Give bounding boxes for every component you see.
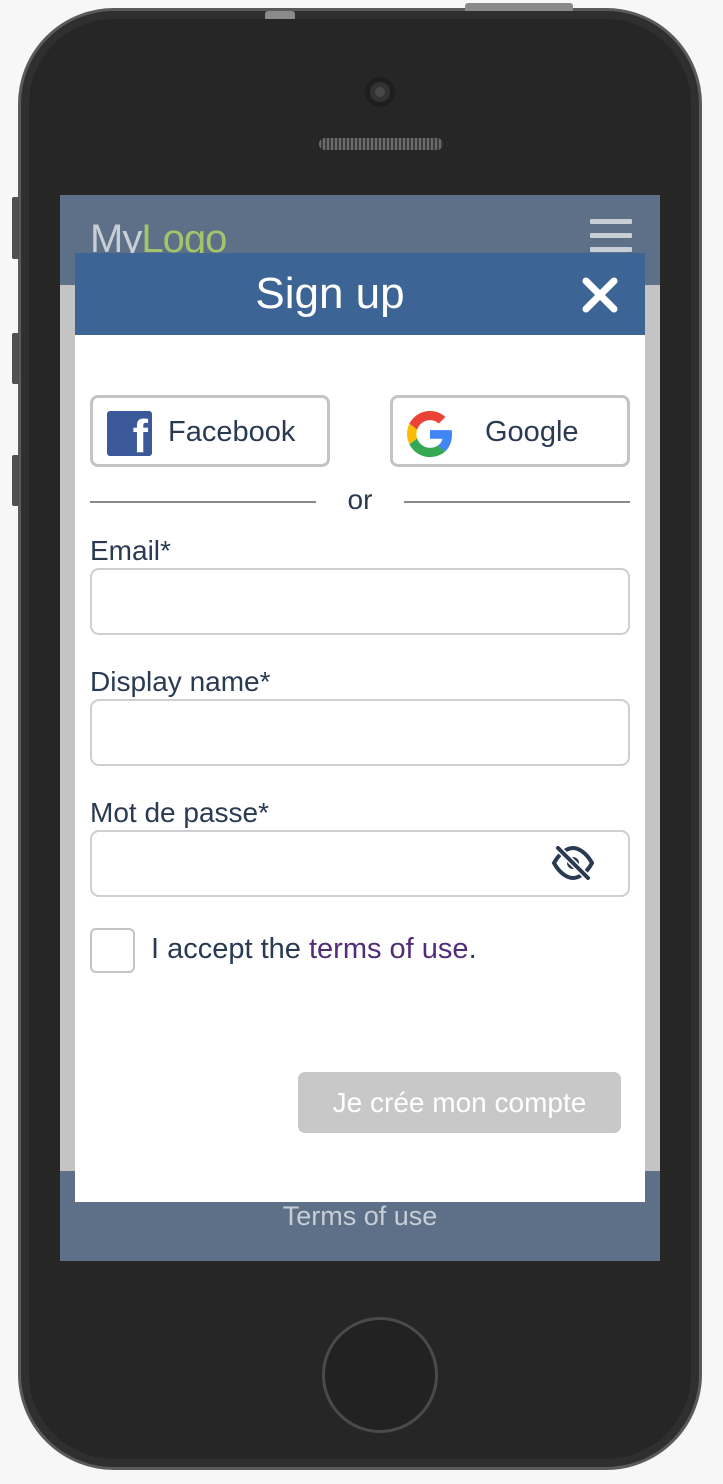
hamburger-menu-icon[interactable] [590, 219, 632, 255]
modal-header: Sign up [75, 253, 645, 335]
email-field[interactable] [90, 568, 630, 635]
terms-prefix: I accept the [151, 933, 309, 965]
divider-line-right [404, 501, 630, 503]
password-field[interactable] [90, 830, 630, 897]
divider-line-left [90, 501, 316, 503]
earpiece-speaker [319, 138, 443, 150]
volume-up-button [12, 333, 19, 384]
phone-top-edge [265, 11, 295, 19]
google-icon [407, 411, 453, 457]
terms-checkbox[interactable] [90, 928, 135, 973]
eye-slash-icon[interactable] [551, 844, 595, 882]
create-account-button[interactable]: Je crée mon compte [298, 1072, 621, 1133]
facebook-icon: f [107, 411, 152, 456]
volume-down-button [12, 455, 19, 506]
terms-text: I accept the terms of use. [151, 933, 477, 966]
terms-of-use-link[interactable]: terms of use [309, 933, 469, 965]
display-name-field[interactable] [90, 699, 630, 766]
front-camera [365, 77, 395, 107]
facebook-login-button[interactable]: f Facebook [90, 395, 330, 467]
email-label: Email* [90, 535, 171, 566]
google-label: Google [485, 416, 579, 448]
home-button[interactable] [322, 1317, 438, 1433]
google-login-button[interactable]: Google [390, 395, 630, 467]
facebook-label: Facebook [168, 416, 296, 448]
mute-switch [12, 197, 19, 259]
terms-suffix: . [468, 933, 477, 965]
close-icon[interactable] [580, 275, 620, 315]
display-name-label: Display name* [90, 666, 271, 697]
signup-modal: Sign up f Facebook Google or Email* Disp… [75, 253, 645, 1202]
password-label: Mot de passe* [90, 797, 269, 828]
power-button [465, 3, 573, 11]
modal-title: Sign up [255, 269, 405, 318]
footer-terms-link[interactable]: Terms of use [60, 1201, 660, 1232]
divider-or: or [347, 484, 373, 515]
